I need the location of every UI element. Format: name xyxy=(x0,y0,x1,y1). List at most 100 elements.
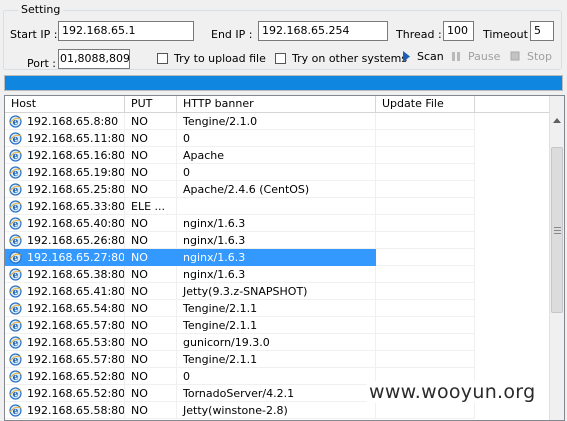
update-file-cell xyxy=(376,113,475,130)
scroll-up-icon xyxy=(553,118,561,123)
table-row[interactable]: 192.168.65.40:80 NO nginx/1.6.3 e xyxy=(5,215,549,232)
progress-fill xyxy=(5,76,562,90)
update-file-cell xyxy=(376,283,475,300)
ie-globe-icon: e xyxy=(9,132,22,145)
put-cell: NO xyxy=(125,181,177,198)
ie-globe-icon: e xyxy=(9,166,22,179)
table-row[interactable]: 192.168.65.41:80 NO Jetty(9.3.z-SNAPSHOT) e xyxy=(5,283,549,300)
pause-icon xyxy=(452,52,460,61)
column-header-banner[interactable]: HTTP banner xyxy=(177,96,376,113)
put-cell: NO xyxy=(125,402,177,419)
table-row[interactable]: 192.168.65.38:80 NO nginx/1.6.3 e xyxy=(5,266,549,283)
other-systems-label: Try on other systems xyxy=(292,52,408,65)
banner-cell: Tengine/2.1.1 xyxy=(177,300,376,317)
table-row[interactable]: 192.168.65.57:8080NOTengine/2.1.1 e xyxy=(5,317,549,334)
setting-group-title: Setting xyxy=(18,3,64,16)
ie-globe-icon: e xyxy=(9,353,22,366)
update-file-cell xyxy=(376,130,475,147)
put-cell: NO xyxy=(125,300,177,317)
end-ip-label: End IP : xyxy=(211,28,253,41)
host-cell: 192.168.65.54:80 xyxy=(5,300,125,317)
scan-label: Scan xyxy=(417,50,444,63)
table-row[interactable]: 192.168.65.58:8080NOJetty(winstone-2.8) e xyxy=(5,402,549,419)
column-header-host[interactable]: Host xyxy=(5,96,125,113)
column-header-update-file[interactable]: Update File xyxy=(376,96,475,113)
ie-globe-icon: e xyxy=(9,319,22,332)
ie-globe-icon: e xyxy=(9,234,22,247)
banner-cell: Jetty(winstone-2.8) xyxy=(177,402,376,419)
table-row[interactable]: 192.168.65.33:80 ELE ... e xyxy=(5,198,549,215)
scroll-thumb[interactable] xyxy=(551,147,563,313)
table-row[interactable]: 192.168.65.19:80 NO 0 e xyxy=(5,164,549,181)
host-cell: 192.168.65.16:80 xyxy=(5,147,125,164)
pause-button[interactable]: Pause xyxy=(451,50,501,64)
update-file-cell xyxy=(376,232,475,249)
banner-cell: Tengine/2.1.1 xyxy=(177,351,376,368)
host-cell: 192.168.65.19:80 xyxy=(5,164,125,181)
banner-cell: Apache xyxy=(177,147,376,164)
host-cell: 192.168.65.26:80 xyxy=(5,232,125,249)
thread-input[interactable]: 100 xyxy=(443,21,474,41)
column-header-spacer xyxy=(475,96,549,113)
table-row[interactable]: 192.168.65.54:80 NO Tengine/2.1.1 e xyxy=(5,300,549,317)
put-cell: ELE ... xyxy=(125,198,177,215)
host-cell: 192.168.65.27:80 xyxy=(5,249,125,266)
host-cell: 192.168.65.38:80 xyxy=(5,266,125,283)
banner-cell: nginx/1.6.3 xyxy=(177,232,376,249)
update-file-cell xyxy=(376,164,475,181)
put-cell: NO xyxy=(125,232,177,249)
host-cell: 192.168.65.57:8080 xyxy=(5,317,125,334)
upload-checkbox[interactable] xyxy=(157,53,168,64)
update-file-cell xyxy=(376,147,475,164)
put-cell: NO xyxy=(125,147,177,164)
update-file-cell xyxy=(376,351,475,368)
end-ip-input[interactable]: 192.168.65.254 xyxy=(258,21,388,41)
scan-button[interactable]: Scan xyxy=(402,50,447,64)
update-file-cell xyxy=(376,300,475,317)
timeout-input[interactable]: 5 xyxy=(530,21,554,41)
column-header-put[interactable]: PUT xyxy=(125,96,177,113)
stop-button[interactable]: Stop xyxy=(510,50,555,64)
banner-cell: 0 xyxy=(177,130,376,147)
table-row[interactable]: 192.168.65.57:80 NO Tengine/2.1.1 e xyxy=(5,351,549,368)
results-list[interactable]: Host PUT HTTP banner Update File 192.168… xyxy=(4,95,565,421)
banner-cell: 0 xyxy=(177,368,376,385)
banner-cell: TornadoServer/4.2.1 xyxy=(177,385,376,402)
table-row[interactable]: 192.168.65.27:80 NO nginx/1.6.3 e xyxy=(5,249,549,266)
ie-globe-icon: e xyxy=(9,302,22,315)
ie-globe-icon: e xyxy=(9,285,22,298)
banner-cell: 0 xyxy=(177,164,376,181)
stop-icon xyxy=(510,51,520,61)
table-row[interactable]: 192.168.65.11:80 NO 0 e xyxy=(5,130,549,147)
put-cell: NO xyxy=(125,164,177,181)
host-cell: 192.168.65.53:80 xyxy=(5,334,125,351)
host-cell: 192.168.65.33:80 xyxy=(5,198,125,215)
table-row[interactable]: 192.168.65.8:80 NO Tengine/2.1.0 e xyxy=(5,113,549,130)
host-cell: 192.168.65.57:80 xyxy=(5,351,125,368)
watermark-text: www.wooyun.org xyxy=(367,381,538,403)
start-ip-input[interactable]: 192.168.65.1 xyxy=(58,21,194,41)
host-cell: 192.168.65.41:80 xyxy=(5,283,125,300)
put-cell: NO xyxy=(125,351,177,368)
vertical-scrollbar[interactable] xyxy=(549,96,564,420)
update-file-cell xyxy=(376,266,475,283)
host-cell: 192.168.65.52:8090 xyxy=(5,385,125,402)
table-row[interactable]: 192.168.65.16:80 NO Apache e xyxy=(5,147,549,164)
scroll-up-button[interactable] xyxy=(550,113,564,129)
banner-cell: Tengine/2.1.0 xyxy=(177,113,376,130)
put-cell: NO xyxy=(125,113,177,130)
other-systems-checkbox[interactable] xyxy=(275,53,286,64)
thread-label: Thread : xyxy=(396,28,442,41)
table-row[interactable]: 192.168.65.53:80 NO gunicorn/19.3.0 e xyxy=(5,334,549,351)
banner-cell: nginx/1.6.3 xyxy=(177,266,376,283)
host-cell: 192.168.65.25:80 xyxy=(5,181,125,198)
pause-label: Pause xyxy=(468,50,501,63)
table-row[interactable]: 192.168.65.26:80 NO nginx/1.6.3 e xyxy=(5,232,549,249)
update-file-cell xyxy=(376,181,475,198)
ie-globe-icon: e xyxy=(9,404,22,417)
upload-label: Try to upload file xyxy=(174,52,266,65)
banner-cell: Jetty(9.3.z-SNAPSHOT) xyxy=(177,283,376,300)
put-cell: NO xyxy=(125,266,177,283)
table-row[interactable]: 192.168.65.25:80 NO Apache/2.4.6 (CentOS) e xyxy=(5,181,549,198)
port-input[interactable]: 01,8088,8090 xyxy=(58,49,130,69)
